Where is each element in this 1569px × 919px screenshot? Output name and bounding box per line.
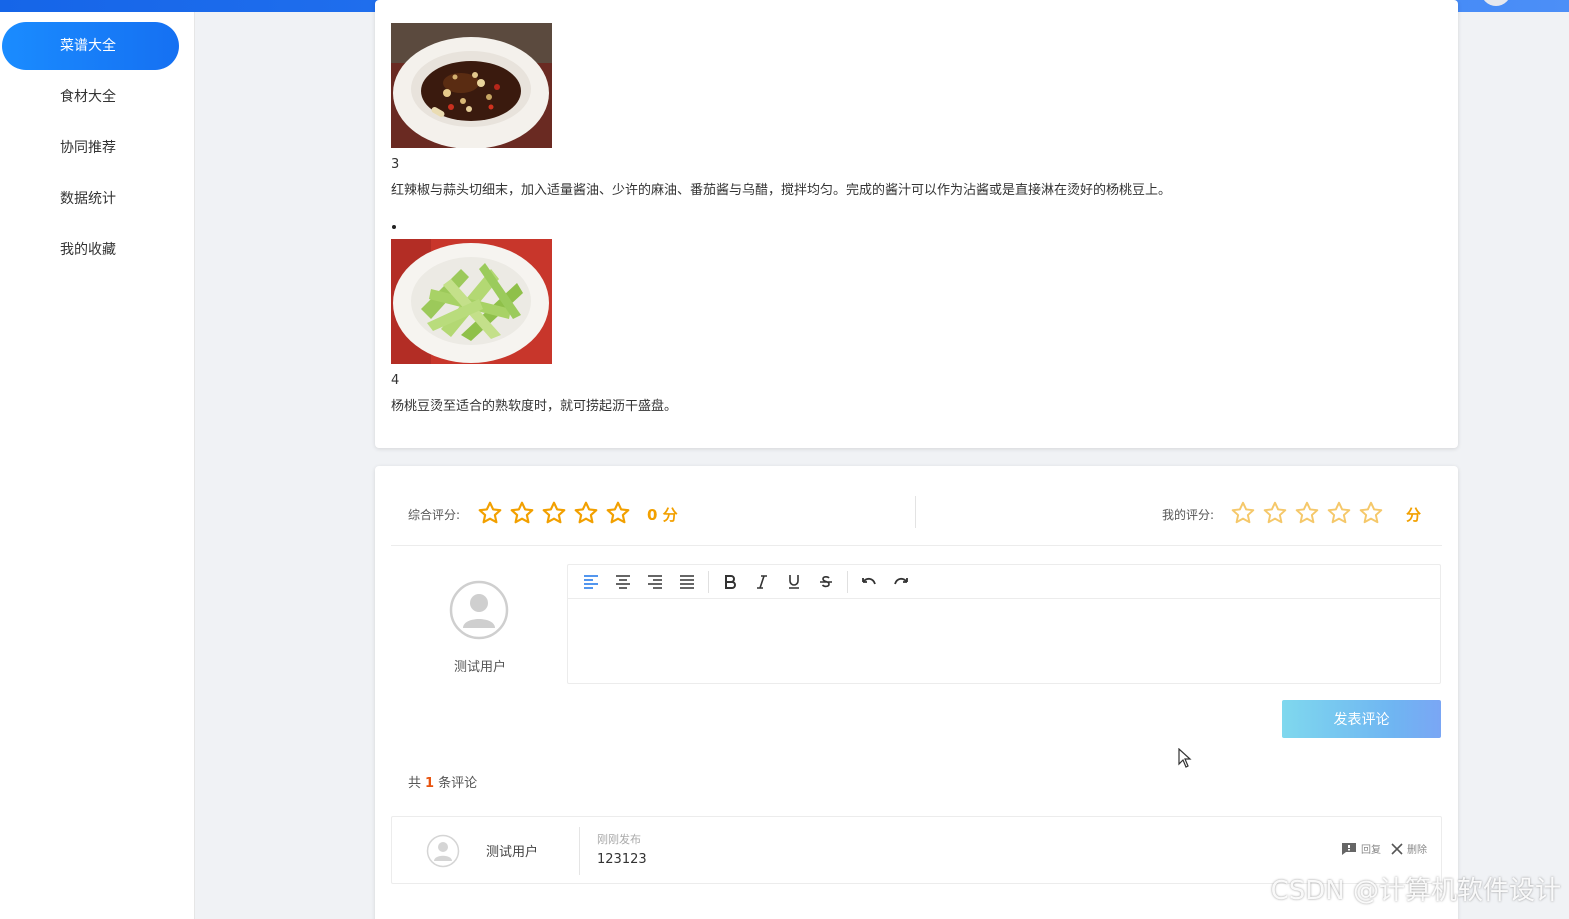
- step-number: 3: [391, 157, 400, 172]
- star-icon: [574, 501, 598, 524]
- rating-divider: [915, 496, 916, 528]
- star-icon[interactable]: [1262, 500, 1288, 526]
- comment-card: 综合评分: 0 分 我的评分: 分 测试用户 发表评论 共 1 条评论 测试用户…: [375, 466, 1458, 919]
- comment-count: 共 1 条评论: [408, 772, 477, 791]
- list-bullet: [392, 225, 396, 229]
- my-rating-stars[interactable]: [1230, 500, 1384, 526]
- submit-comment-button[interactable]: 发表评论: [1282, 700, 1441, 738]
- align-left-icon[interactable]: [578, 570, 604, 594]
- commenter-name: 测试用户: [486, 845, 539, 860]
- sidebar: 菜谱大全 食材大全 协同推荐 数据统计 我的收藏: [0, 12, 195, 919]
- winged-beans-plate-photo: [391, 239, 552, 364]
- sidebar-item-ingredients[interactable]: 食材大全: [2, 73, 179, 121]
- comment-count-prefix: 共: [408, 776, 422, 791]
- comment-editor: [567, 564, 1441, 684]
- toolbar-divider: [847, 570, 848, 593]
- delete-button[interactable]: 删除: [1391, 841, 1427, 856]
- header-avatar[interactable]: [1481, 0, 1511, 6]
- star-icon[interactable]: [1294, 500, 1320, 526]
- comment-actions: 回复 删除: [1331, 841, 1427, 856]
- delete-label: 删除: [1407, 845, 1427, 856]
- align-right-icon[interactable]: [642, 570, 668, 594]
- underline-icon[interactable]: [781, 570, 807, 594]
- italic-icon[interactable]: [749, 570, 775, 594]
- my-rating-label: 我的评分:: [1162, 508, 1215, 522]
- my-score: 分: [1406, 506, 1422, 524]
- star-icon: [606, 501, 630, 524]
- star-icon[interactable]: [1358, 500, 1384, 526]
- align-center-icon[interactable]: [610, 570, 636, 594]
- redo-icon[interactable]: [888, 570, 914, 594]
- undo-icon[interactable]: [856, 570, 882, 594]
- comment-content: 123123: [597, 852, 647, 867]
- watermark: CSDN @计算机软件设计: [1270, 876, 1561, 906]
- step-description: 杨桃豆烫至适合的熟软度时，就可捞起沥干盛盘。: [391, 399, 678, 414]
- editor-toolbar: [568, 565, 1440, 599]
- comment-count-number: 1: [425, 776, 435, 791]
- overall-score: 0 分: [647, 506, 678, 524]
- sidebar-item-recommend[interactable]: 协同推荐: [2, 124, 179, 172]
- step-description: 红辣椒与蒜头切细末，加入适量酱油、少许的麻油、番茄酱与乌醋，搅拌均匀。完成的酱汁…: [391, 183, 1172, 198]
- composer-user-name: 测试用户: [453, 660, 506, 675]
- reply-button[interactable]: 回复: [1341, 841, 1381, 856]
- star-icon: [478, 501, 502, 524]
- comment-divider: [579, 827, 580, 875]
- sidebar-item-statistics[interactable]: 数据统计: [2, 175, 179, 223]
- user-avatar-icon: [449, 580, 509, 640]
- star-icon[interactable]: [1326, 500, 1352, 526]
- mouse-cursor-icon: [1178, 748, 1192, 768]
- recipe-steps-card: 3 红辣椒与蒜头切细末，加入适量酱油、少许的麻油、番茄酱与乌醋，搅拌均匀。完成的…: [375, 0, 1458, 448]
- bold-icon[interactable]: [717, 570, 743, 594]
- comment-count-suffix: 条评论: [438, 776, 478, 791]
- comment-time: 刚刚发布: [597, 833, 641, 846]
- reply-icon: [1342, 842, 1356, 855]
- sidebar-item-favorites[interactable]: 我的收藏: [2, 226, 179, 274]
- sidebar-item-recipes[interactable]: 菜谱大全: [2, 22, 179, 70]
- star-icon[interactable]: [1230, 500, 1256, 526]
- star-icon: [510, 501, 534, 524]
- reply-label: 回复: [1361, 845, 1381, 856]
- overall-rating-label: 综合评分:: [408, 508, 461, 522]
- strikethrough-icon[interactable]: [813, 570, 839, 594]
- overall-rating-stars: [477, 500, 631, 526]
- step-number: 4: [391, 373, 400, 388]
- close-icon: [1391, 842, 1403, 855]
- toolbar-divider: [708, 570, 709, 593]
- align-justify-icon[interactable]: [674, 570, 700, 594]
- commenter-avatar-icon: [426, 834, 460, 868]
- star-icon: [542, 501, 566, 524]
- sauce-bowl-photo: [391, 23, 552, 148]
- comment-text-area[interactable]: [568, 599, 1440, 684]
- rating-row: 综合评分: 0 分 我的评分: 分: [391, 488, 1442, 546]
